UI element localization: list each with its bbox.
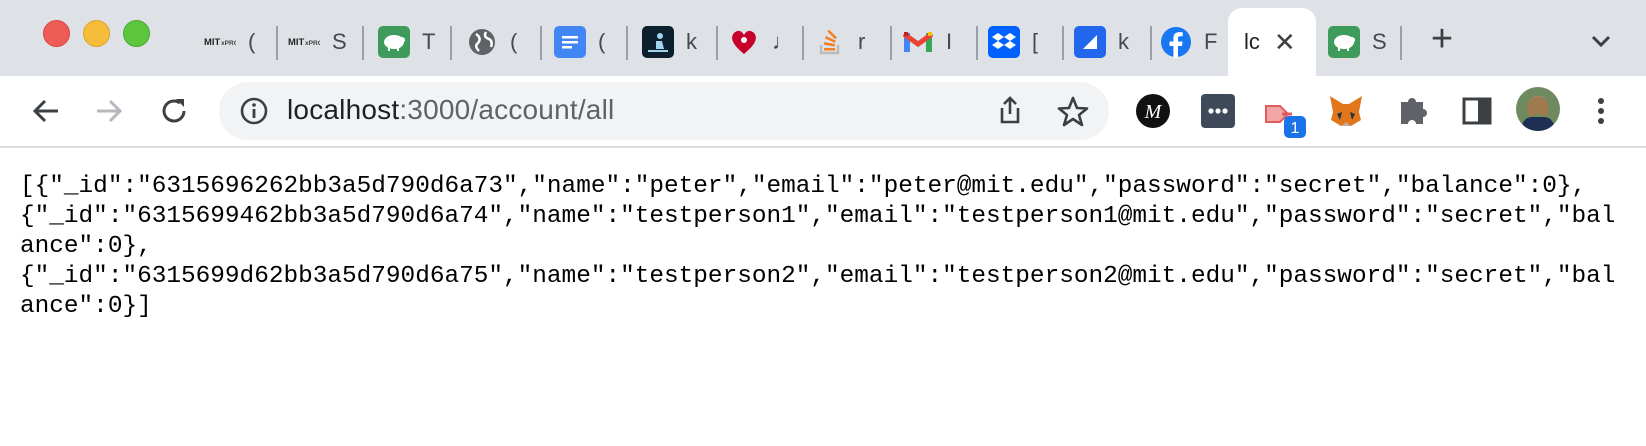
profile-avatar[interactable]	[1514, 85, 1562, 133]
tab-mit-xpro-2[interactable]: MITxPRO S	[278, 8, 364, 76]
extension-badge: 1	[1291, 120, 1300, 137]
tab-separator	[1400, 26, 1402, 60]
metamask-fox-icon[interactable]	[1325, 90, 1367, 132]
tab-separator	[362, 26, 364, 60]
site-info-icon[interactable]	[238, 95, 270, 127]
arrow-left-icon	[32, 99, 58, 123]
bookmark-star-icon[interactable]	[1055, 94, 1091, 130]
browser-menu-icon[interactable]	[1586, 90, 1616, 132]
mit-xpro-icon: MITxPRO	[204, 26, 236, 58]
tab-title: (	[248, 29, 256, 54]
arrows-extension-icon[interactable]: 1	[1262, 90, 1312, 140]
address-bar[interactable]: localhost:3000/account/all	[219, 82, 1109, 140]
tab-title: ♩	[772, 29, 794, 54]
tab-title: [	[1032, 29, 1039, 54]
tab-title: k	[1118, 29, 1129, 54]
tab-kanban[interactable]: k	[1064, 8, 1152, 76]
tab-title: k	[686, 29, 697, 54]
dropbox-icon	[988, 26, 1020, 58]
medium-extension-icon[interactable]: M	[1132, 90, 1174, 132]
back-button[interactable]	[28, 93, 64, 129]
kanban-icon	[1074, 26, 1106, 58]
page-content: [{"_id":"6315696262bb3a5d790d6a73","name…	[0, 148, 1646, 446]
globe-icon	[466, 26, 498, 58]
tab-dropbox[interactable]: [	[978, 8, 1064, 76]
browser-toolbar: localhost:3000/account/all M 1	[0, 76, 1646, 148]
reload-icon	[162, 99, 186, 123]
share-icon[interactable]	[993, 94, 1027, 128]
arrow-right-icon	[97, 99, 123, 123]
tab-title: S	[332, 29, 347, 54]
tab-iheartradio[interactable]: ♩	[718, 8, 804, 76]
tab-separator	[626, 26, 628, 60]
zoom-window-button[interactable]	[123, 20, 150, 47]
tab-kindle[interactable]: k	[632, 8, 718, 76]
tab-sheep-2[interactable]: S	[1318, 8, 1402, 76]
json-response-text: [{"_id":"6315696262bb3a5d790d6a73","name…	[20, 173, 1616, 320]
tab-title: r	[858, 29, 866, 54]
svg-text:M: M	[1144, 101, 1163, 123]
tab-stackoverflow[interactable]: r	[804, 8, 892, 76]
iheartradio-icon	[728, 26, 760, 58]
side-panel-icon[interactable]	[1456, 90, 1498, 132]
close-tab-icon[interactable]: ✕	[1274, 29, 1296, 55]
url-host: localhost	[287, 94, 400, 125]
tab-title: T	[422, 29, 436, 54]
tab-title: F	[1204, 29, 1218, 54]
tab-sheep-1[interactable]: T	[368, 8, 452, 76]
tab-title: I	[946, 29, 953, 54]
reload-button[interactable]	[156, 93, 192, 129]
tab-search-button[interactable]	[1584, 24, 1618, 58]
tab-title: (	[510, 29, 518, 54]
google-docs-icon	[554, 26, 586, 58]
tab-google-docs[interactable]: (	[544, 8, 628, 76]
stackoverflow-icon	[814, 26, 846, 58]
sheep-green-icon	[378, 26, 410, 58]
facebook-icon	[1160, 26, 1192, 58]
mit-xpro-icon: MITxPRO	[288, 26, 320, 58]
tab-mit-xpro-1[interactable]: MITxPRO (	[194, 8, 278, 76]
url-path: :3000/account/all	[399, 94, 615, 125]
tab-title: S	[1372, 29, 1387, 54]
svg-text:MIT: MIT	[204, 36, 220, 47]
kindle-icon	[642, 26, 674, 58]
svg-text:xPRO: xPRO	[221, 40, 236, 47]
svg-text:xPRO: xPRO	[305, 40, 320, 47]
minimize-window-button[interactable]	[83, 20, 110, 47]
tab-gmail[interactable]: I	[892, 8, 978, 76]
tab-separator	[540, 26, 542, 60]
svg-text:MIT: MIT	[288, 36, 304, 47]
tab-title: lc	[1244, 29, 1260, 54]
tab-title: (	[598, 29, 606, 54]
tab-globe[interactable]: (	[456, 8, 542, 76]
tab-strip: MITxPRO ( MITxPRO S T ( (	[0, 0, 1646, 76]
forward-button[interactable]	[91, 93, 127, 129]
close-window-button[interactable]	[43, 20, 70, 47]
new-tab-button[interactable]: +	[1422, 20, 1462, 60]
chevron-down-icon	[1591, 35, 1611, 48]
puzzle-piece-extensions-icon[interactable]	[1391, 90, 1433, 132]
tab-facebook[interactable]: F	[1150, 8, 1230, 76]
tab-active-localhost[interactable]: lc ✕	[1228, 8, 1316, 76]
url-text[interactable]: localhost:3000/account/all	[287, 94, 614, 126]
dots-extension-icon[interactable]	[1197, 90, 1239, 132]
gmail-icon	[902, 26, 934, 58]
tab-separator	[450, 26, 452, 60]
sheep-green-icon	[1328, 26, 1360, 58]
